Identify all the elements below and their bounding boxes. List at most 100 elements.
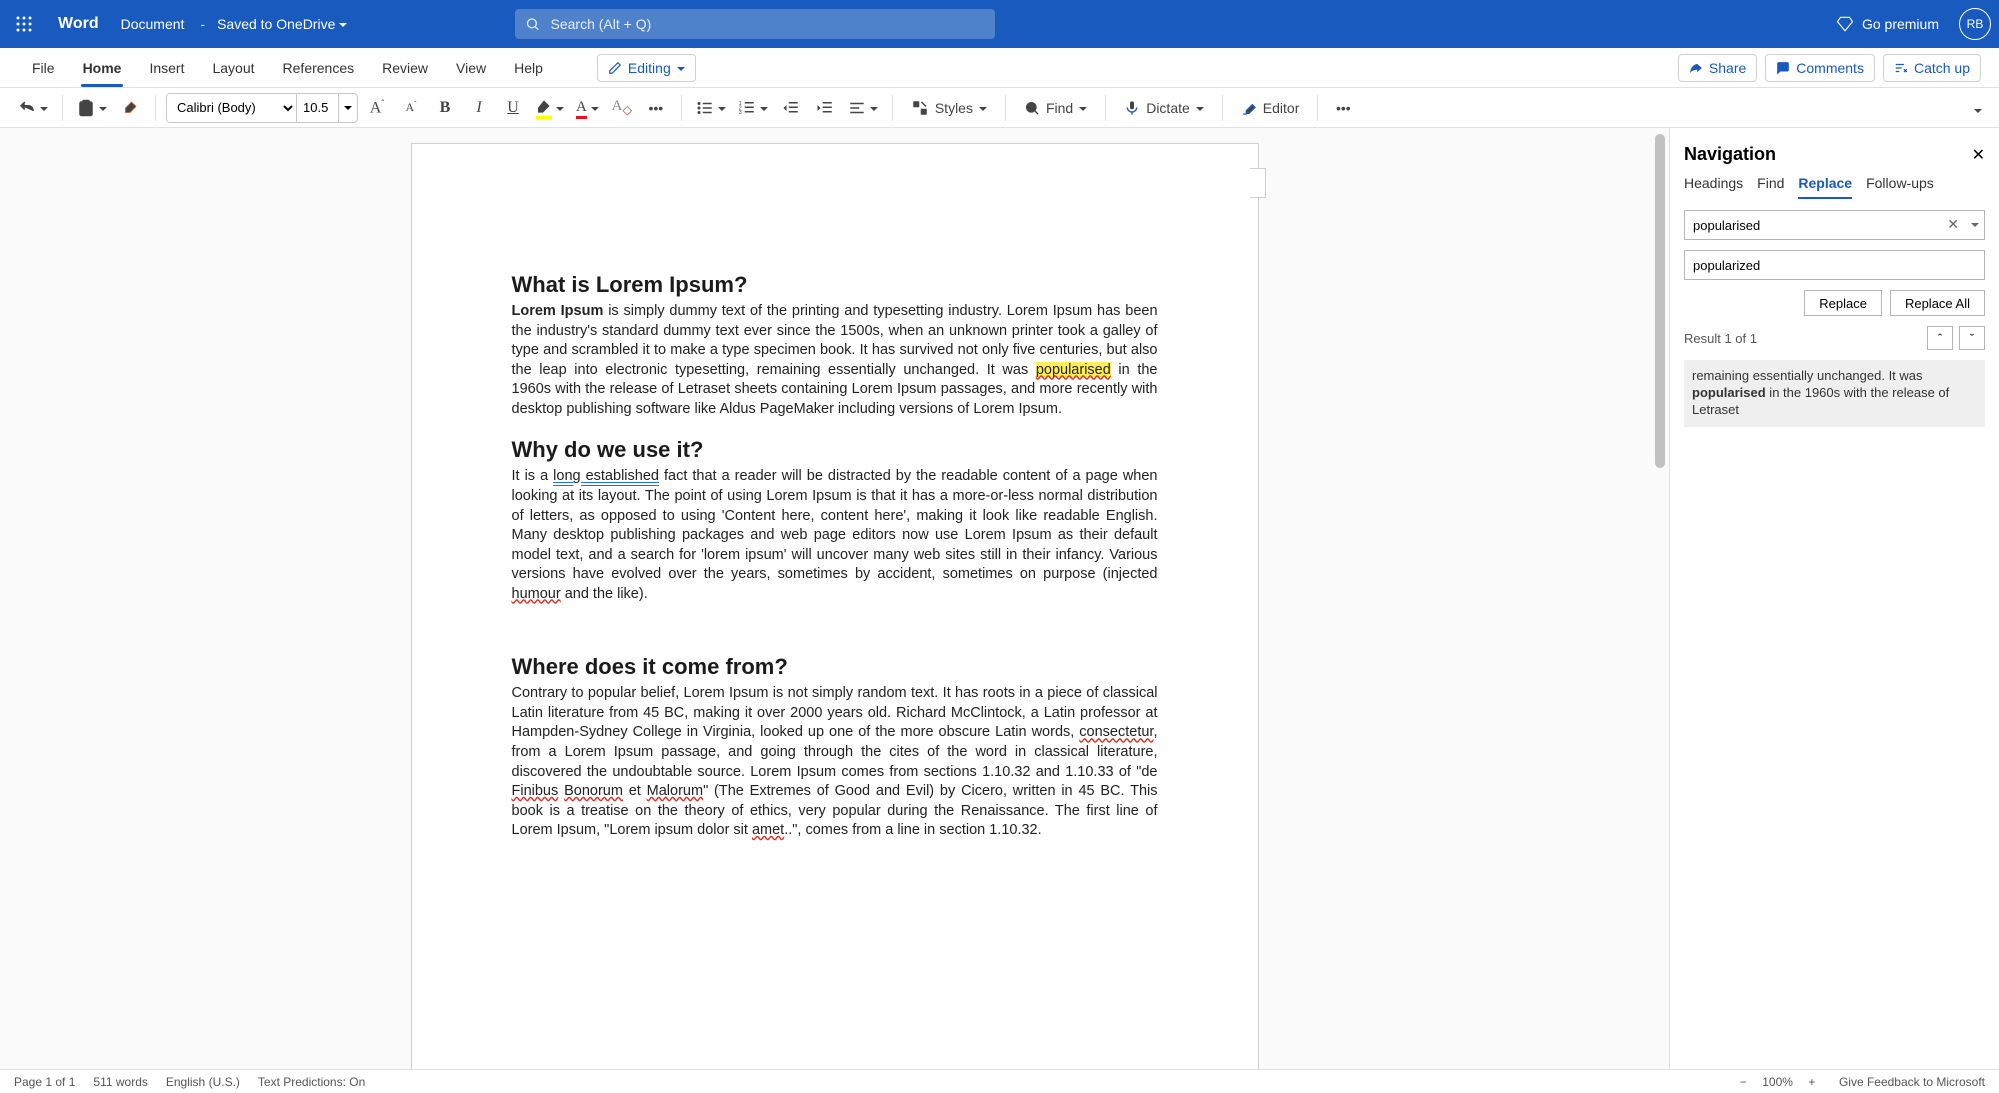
editor-icon — [1241, 100, 1257, 116]
numbering-button[interactable]: 123 — [734, 93, 772, 123]
document-name[interactable]: Document — [117, 16, 189, 32]
find-button[interactable]: Find — [1016, 93, 1095, 123]
navigation-title: Navigation — [1684, 144, 1776, 165]
paragraph-1[interactable]: Lorem Ipsum is simply dummy text of the … — [512, 302, 1158, 419]
align-button[interactable] — [844, 93, 882, 123]
nav-tab-replace[interactable]: Replace — [1798, 175, 1852, 199]
paragraph-2[interactable]: It is a long established fact that a rea… — [512, 467, 1158, 604]
heading-2[interactable]: Why do we use it? — [512, 437, 1158, 463]
tab-view[interactable]: View — [442, 48, 500, 87]
feedback-link[interactable]: Give Feedback to Microsoft — [1839, 1075, 1985, 1089]
editing-mode-button[interactable]: Editing — [597, 54, 696, 82]
nav-tab-headings[interactable]: Headings — [1684, 175, 1743, 199]
undo-button[interactable] — [14, 93, 52, 123]
navigation-pane: Navigation ✕ Headings Find Replace Follo… — [1669, 128, 1999, 1069]
tab-references[interactable]: References — [269, 48, 369, 87]
page[interactable]: What is Lorem Ipsum? Lorem Ipsum is simp… — [412, 144, 1258, 1069]
bold-button[interactable]: B — [430, 93, 460, 123]
replace-all-button[interactable]: Replace All — [1890, 290, 1985, 316]
zoom-level[interactable]: 100% — [1762, 1075, 1793, 1089]
share-icon — [1689, 61, 1703, 75]
styles-button[interactable]: Styles — [903, 93, 995, 123]
chevron-down-icon — [339, 16, 347, 32]
next-result-button[interactable]: ˇ — [1959, 326, 1985, 350]
paragraph-3[interactable]: Contrary to popular belief, Lorem Ipsum … — [512, 684, 1158, 841]
close-icon[interactable]: ✕ — [1972, 145, 1985, 165]
font-color-button[interactable]: A — [572, 93, 603, 123]
catch-up-label: Catch up — [1914, 60, 1970, 76]
text: Contrary to popular belief, Lorem Ipsum … — [512, 685, 1158, 740]
dictate-button[interactable]: Dictate — [1116, 93, 1212, 123]
search-box[interactable] — [515, 9, 995, 39]
chevron-down-icon[interactable] — [1971, 216, 1979, 232]
align-icon — [848, 99, 866, 117]
scrollbar-thumb[interactable] — [1655, 134, 1665, 468]
heading-1[interactable]: What is Lorem Ipsum? — [512, 272, 1158, 298]
tab-review[interactable]: Review — [368, 48, 442, 87]
tab-home[interactable]: Home — [69, 48, 136, 87]
status-predictions[interactable]: Text Predictions: On — [258, 1075, 365, 1089]
user-avatar[interactable]: RB — [1959, 8, 1991, 40]
more-font-button[interactable]: ••• — [641, 93, 671, 123]
go-premium-button[interactable]: Go premium — [1836, 15, 1939, 33]
app-launcher-icon[interactable] — [8, 8, 40, 40]
heading-3[interactable]: Where does it come from? — [512, 654, 1158, 680]
bullets-button[interactable] — [692, 93, 730, 123]
zoom-out-button[interactable]: − — [1734, 1073, 1752, 1091]
document-canvas[interactable]: What is Lorem Ipsum? Lorem Ipsum is simp… — [0, 128, 1669, 1069]
clear-icon[interactable]: ✕ — [1947, 216, 1959, 233]
styles-label: Styles — [935, 100, 973, 116]
tab-file[interactable]: File — [18, 48, 69, 87]
paste-button[interactable] — [73, 93, 111, 123]
font-family-select[interactable]: Calibri (Body) — [167, 94, 297, 122]
more-ribbon-button[interactable]: ••• — [1328, 93, 1358, 123]
chevron-down-icon — [99, 100, 107, 116]
ribbon-expand-button[interactable] — [1963, 95, 1993, 125]
tab-insert[interactable]: Insert — [135, 48, 198, 87]
undo-icon — [18, 99, 36, 117]
chevron-down-icon — [40, 100, 48, 116]
grow-font-button[interactable]: Aˆ — [362, 93, 392, 123]
comments-label: Comments — [1796, 60, 1864, 76]
font-size-input[interactable] — [297, 94, 339, 122]
nav-tab-find[interactable]: Find — [1757, 175, 1784, 199]
scrollbar[interactable] — [1655, 134, 1665, 1063]
find-input[interactable] — [1684, 210, 1985, 240]
increase-indent-button[interactable] — [810, 93, 840, 123]
search-result-item[interactable]: remaining essentially unchanged. It was … — [1684, 360, 1985, 427]
page-earmark — [1250, 168, 1266, 198]
chevron-down-icon — [1196, 100, 1204, 116]
prev-result-button[interactable]: ˆ — [1927, 326, 1953, 350]
chevron-down-icon — [677, 60, 685, 76]
bullets-icon — [696, 99, 714, 117]
status-language[interactable]: English (U.S.) — [166, 1075, 240, 1089]
save-status[interactable]: Saved to OneDrive — [217, 16, 347, 32]
replace-button[interactable]: Replace — [1804, 290, 1882, 316]
underline-icon: U — [507, 99, 519, 117]
ellipsis-icon: ••• — [648, 100, 663, 116]
tab-layout[interactable]: Layout — [198, 48, 268, 87]
clear-formatting-button[interactable]: A◇ — [607, 93, 637, 123]
status-word-count[interactable]: 511 words — [93, 1075, 147, 1089]
tab-help[interactable]: Help — [500, 48, 557, 87]
highlight-button[interactable] — [532, 93, 568, 123]
share-button[interactable]: Share — [1678, 54, 1757, 82]
nav-tab-followups[interactable]: Follow-ups — [1866, 175, 1934, 199]
catch-up-button[interactable]: Catch up — [1883, 54, 1981, 82]
text: It is a — [512, 468, 554, 484]
editor-button[interactable]: Editor — [1233, 93, 1308, 123]
format-painter-button[interactable] — [115, 93, 145, 123]
decrease-indent-button[interactable] — [776, 93, 806, 123]
shrink-font-button[interactable]: Aˇ — [396, 93, 426, 123]
chevron-down-icon — [1974, 102, 1982, 118]
grow-font-icon: Aˆ — [370, 98, 385, 117]
italic-button[interactable]: I — [464, 93, 494, 123]
underline-button[interactable]: U — [498, 93, 528, 123]
search-input[interactable] — [551, 16, 986, 32]
status-page[interactable]: Page 1 of 1 — [14, 1075, 75, 1089]
misspell-underline: consectetur — [1079, 724, 1153, 740]
comments-button[interactable]: Comments — [1765, 54, 1875, 82]
replace-input[interactable] — [1684, 250, 1985, 280]
zoom-in-button[interactable]: + — [1803, 1073, 1821, 1091]
font-size-stepper[interactable] — [339, 94, 357, 122]
